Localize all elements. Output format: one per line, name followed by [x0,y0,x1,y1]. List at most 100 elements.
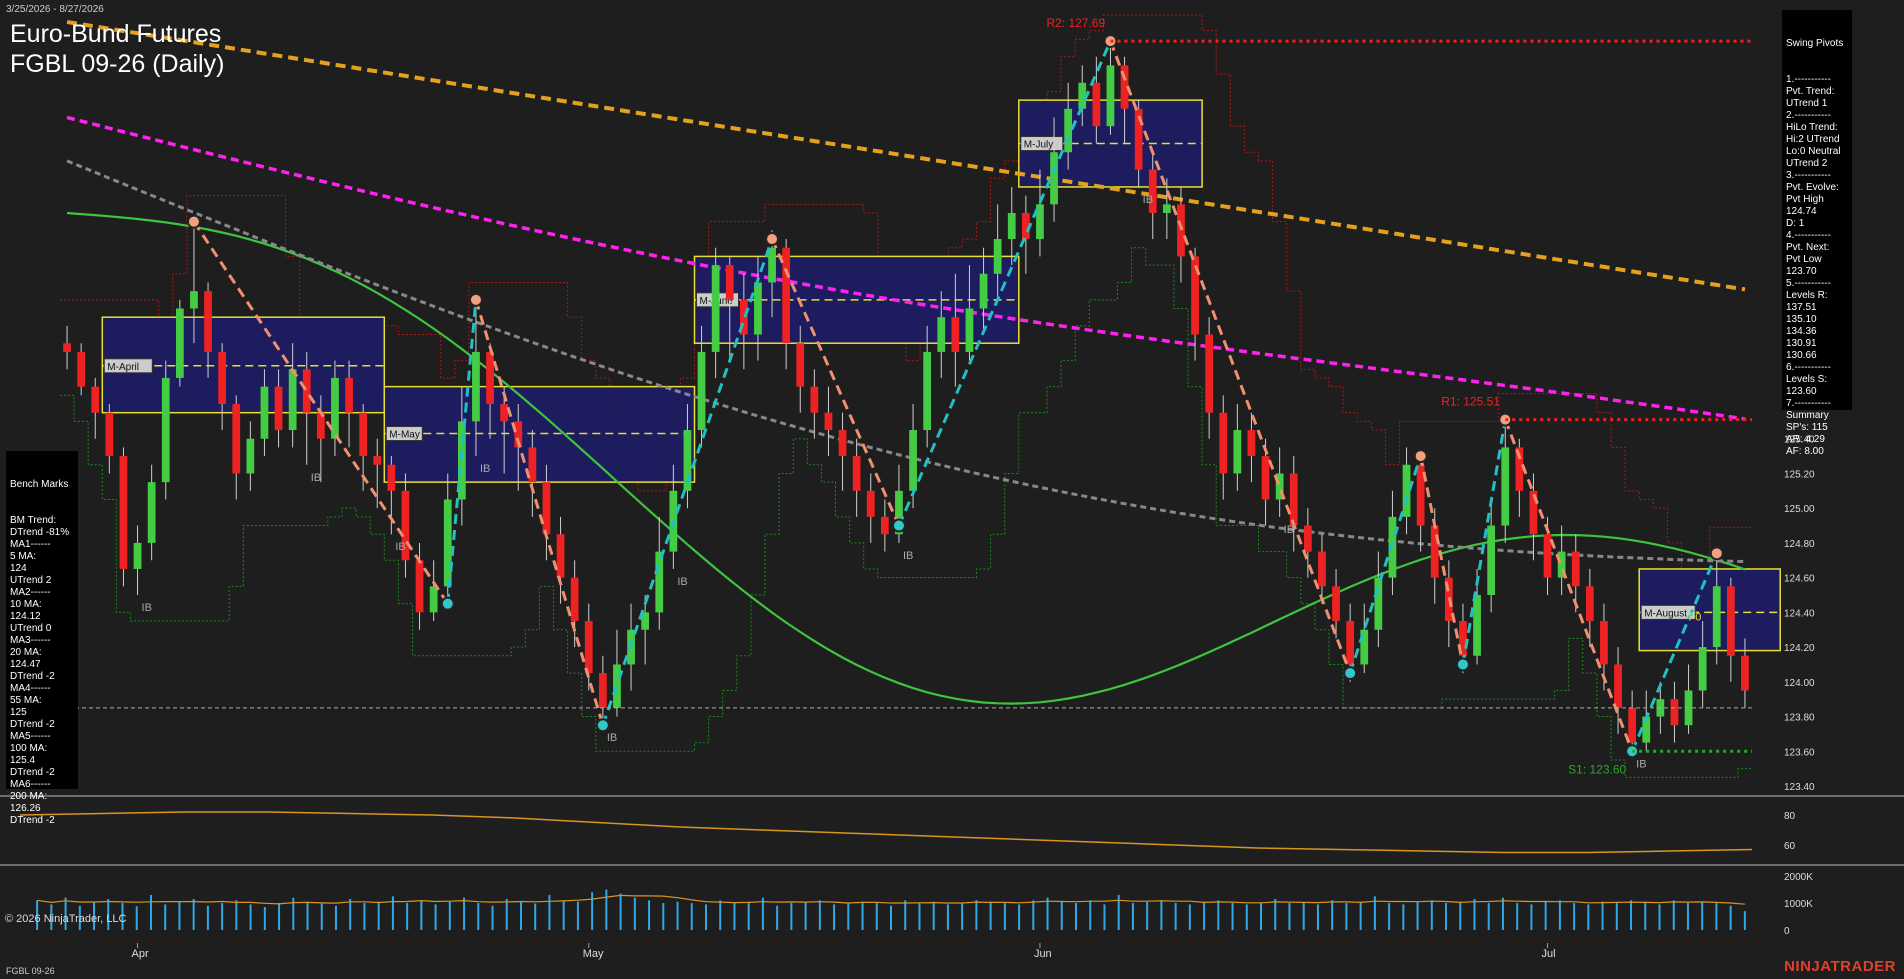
candle-body [1374,577,1383,630]
swing-pivots-line: 2.----------- [1786,110,1831,121]
candle-body [1571,551,1580,587]
ib-marker: IB [395,541,405,553]
swing-point [765,232,780,247]
candle-body [1487,525,1496,595]
swing-pivots-line: Summary [1786,410,1829,421]
price-tick-label: 123.60 [1784,747,1815,758]
candle-body [472,351,480,422]
chart-title: Euro-Bund Futures [10,20,222,48]
candle-body [979,273,988,309]
swing-pivots-line: SP's: 115 [1786,422,1828,433]
ib-marker: IB [142,602,152,614]
swing-point [1343,666,1358,681]
swing-pivots-line: 123.60 [1786,386,1817,397]
candle-body [387,464,396,491]
bench-marks-line: 200 MA: [10,791,48,802]
ib-marker: IB [1143,194,1153,206]
candle-body [1501,447,1510,526]
x-tick-label: Apr [132,948,149,960]
swing-pivots-line: Pvt. Evolve: [1786,182,1839,193]
fib-label: F0 [1689,611,1702,623]
swing-pivots-line: 130.91 [1786,338,1817,349]
candle-body [937,317,946,352]
candle-body [63,343,71,352]
candle-body [218,351,227,404]
candle-body [302,369,311,413]
candle-body [1332,586,1340,622]
candle-body [1600,621,1608,665]
candle-body [866,490,875,517]
candle-body [500,404,509,422]
swing-pivots-line: UTrend 2 [1786,158,1828,169]
monthly-box-label: M-May [389,430,420,441]
bench-marks-line: 124 [10,563,27,574]
swing-pivots-line: D: 1 [1786,218,1805,229]
candle-body [584,621,593,674]
bench-marks-line: 55 MA: [10,695,42,706]
candle-body [443,499,452,587]
candle-body [768,247,776,283]
bench-marks-line: 20 MA: [10,647,42,658]
ma-line-200 [66,20,1746,292]
candle-body [161,377,170,483]
bench-marks-line: MA5------ [10,731,51,742]
candle-body [598,673,607,708]
bench-marks-line: 100 MA: [10,743,48,754]
swing-pivots-panel: Swing Pivots 1.----------- Pvt. Trend: UTr… [1782,10,1852,457]
bench-marks-lines: BM Trend: DTrend -81% MA1------ 5 MA: 124 UTr… [10,515,74,827]
candle-body [993,239,1002,274]
swing-pivots-line: Pvt Low [1786,254,1822,265]
price-tick-label: 125.20 [1784,469,1815,480]
candle-body [1106,65,1115,127]
candle-body [711,265,720,352]
x-tick-label: Jul [1542,948,1556,960]
swing-pivots-line: 130.66 [1786,350,1817,361]
candle-body [824,412,833,431]
candle-body [359,412,368,457]
price-tick-label: 123.80 [1784,713,1815,724]
candle-body [965,308,974,352]
candle-body [486,351,494,404]
bench-marks-line: BM Trend: [10,515,57,526]
x-tick-label: May [583,948,604,960]
candle-body [1092,82,1101,127]
candle-body [246,438,255,474]
swing-line [1348,455,1423,674]
swing-point [1709,546,1724,561]
candle-body [1726,586,1735,656]
brand-logo: NINJATRADER [1784,958,1896,975]
footer-symbol: FGBL 09-26 [6,966,55,976]
swing-pivots-line: 3.----------- [1786,170,1831,181]
candle-body [316,412,325,439]
candle-body [429,586,438,613]
candle-body [838,430,847,457]
chart-subtitle: FGBL 09-26 (Daily) [10,50,225,78]
candle-body [852,456,861,491]
swing-pivots-line: 134.36 [1786,326,1817,337]
ib-marker: IB [1636,758,1646,770]
candle-body [415,560,424,613]
candle-body [133,542,142,569]
bench-marks-line: 126.26 [10,803,41,814]
bench-marks-line: MA2------ [10,587,51,598]
candle-body [119,456,128,569]
ib-marker: IB [1284,524,1294,536]
candle-body [880,516,889,535]
swing-pivots-line: 7.----------- [1786,398,1831,409]
candle-body [909,430,917,491]
candle-body [951,317,960,352]
candle-body [77,351,86,387]
candle-body [1741,655,1749,691]
candle-body [1007,213,1016,240]
bench-marks-line: MA4------ [10,683,51,694]
bench-marks-line: 124.12 [10,611,41,622]
candle-body [1585,586,1594,622]
oscillator-line [19,811,1753,854]
swing-pivots-line: AF: 8.00 [1786,446,1824,457]
swing-pivots-line: 4.----------- [1786,230,1831,241]
candle-body [697,351,706,431]
candle-body [345,377,353,413]
candle-body [175,308,184,378]
bench-marks-line: 5 MA: [10,551,37,562]
swing-pivots-line: Lo:0 Neutral [1786,146,1841,157]
